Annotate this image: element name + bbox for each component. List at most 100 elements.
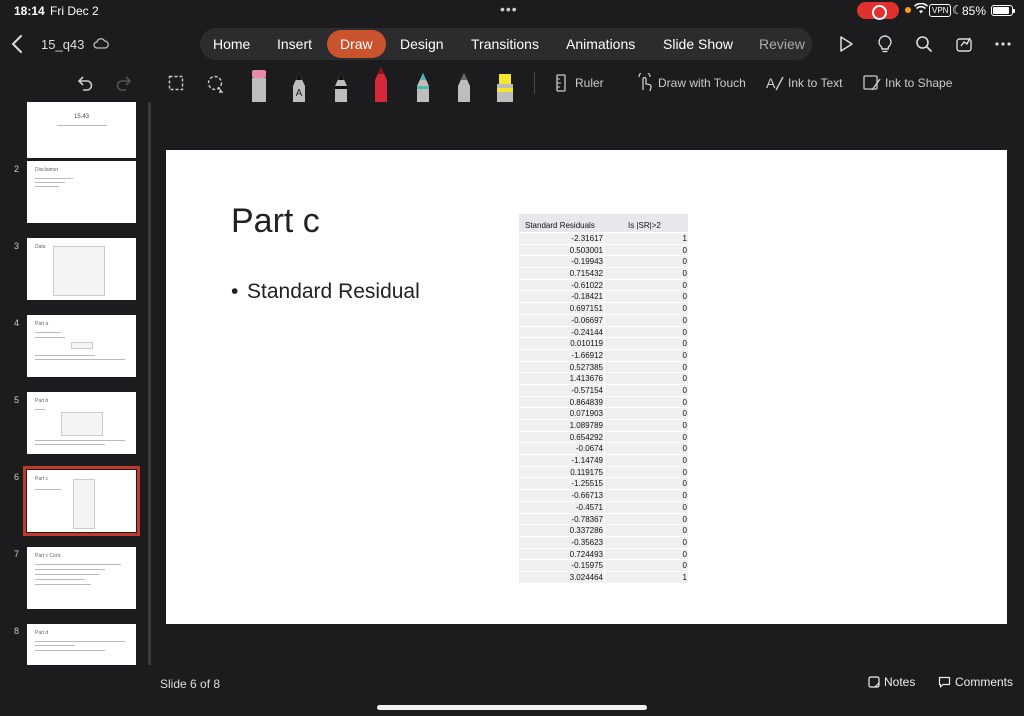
cell-is-outlier: 0 bbox=[682, 444, 687, 454]
column-divider bbox=[604, 466, 605, 478]
slide-thumbnail-2[interactable]: Disclaimer bbox=[27, 161, 136, 223]
column-divider bbox=[604, 338, 605, 349]
tab-home[interactable]: Home bbox=[213, 36, 250, 52]
pen-teal-icon[interactable] bbox=[414, 72, 432, 102]
tab-transitions[interactable]: Transitions bbox=[471, 36, 539, 52]
notes-icon bbox=[868, 676, 880, 688]
slide-thumbnail-1[interactable]: 15.43 bbox=[27, 102, 136, 158]
cell-standard-residual: -0.78367 bbox=[571, 514, 603, 524]
ink-to-shape-button[interactable]: Ink to Shape bbox=[885, 76, 952, 90]
cell-is-outlier: 0 bbox=[682, 269, 687, 279]
tab-draw[interactable]: Draw bbox=[327, 30, 386, 58]
lasso-select-icon[interactable] bbox=[206, 74, 226, 94]
status-time: 18:14 bbox=[14, 4, 45, 18]
vpn-badge: VPN bbox=[929, 4, 952, 17]
table-row: -1.14749 0 bbox=[519, 454, 688, 466]
column-divider bbox=[604, 361, 605, 373]
table-row: -0.66713 0 bbox=[519, 489, 688, 501]
tab-review[interactable]: Review bbox=[759, 36, 805, 52]
eraser-tool-icon[interactable] bbox=[249, 68, 269, 102]
cell-standard-residual: -0.4571 bbox=[575, 502, 603, 512]
play-icon[interactable] bbox=[836, 34, 856, 54]
draw-with-touch-button[interactable]: Draw with Touch bbox=[658, 76, 746, 90]
screen-recording-icon[interactable] bbox=[857, 2, 899, 20]
slide-thumbnail-4[interactable]: Part a bbox=[27, 315, 136, 377]
table-row: -1.66912 0 bbox=[519, 348, 688, 361]
pen-black-icon[interactable] bbox=[332, 72, 350, 102]
ruler-icon[interactable] bbox=[555, 74, 567, 92]
slide-title[interactable]: Part c bbox=[231, 202, 320, 241]
comments-label: Comments bbox=[955, 675, 1014, 689]
pen-red-icon[interactable] bbox=[372, 66, 390, 102]
status-date: Fri Dec 2 bbox=[50, 4, 99, 18]
slide-thumbnail-5[interactable]: Part b bbox=[27, 392, 136, 454]
slide-bullet[interactable]: • Standard Residual bbox=[231, 280, 420, 304]
cell-is-outlier: 0 bbox=[682, 350, 687, 360]
cell-standard-residual: -1.66912 bbox=[571, 350, 603, 360]
share-icon[interactable] bbox=[954, 34, 974, 54]
slide-thumbnail-6[interactable]: Part c bbox=[23, 466, 140, 536]
slide-number: 5 bbox=[14, 395, 20, 405]
table-row: 1.089789 0 bbox=[519, 419, 688, 431]
pen-teal-tip bbox=[420, 73, 426, 80]
tab-insert[interactable]: Insert bbox=[277, 36, 312, 52]
ink-to-shape-icon[interactable] bbox=[862, 73, 882, 93]
slide-number: 7 bbox=[14, 549, 20, 559]
select-rectangle-icon[interactable] bbox=[167, 74, 185, 92]
undo-icon[interactable] bbox=[76, 74, 94, 92]
table-row: -0.15975 0 bbox=[519, 559, 688, 571]
notes-button[interactable]: Notes bbox=[868, 675, 915, 689]
highlighter-yellow-icon[interactable] bbox=[494, 72, 516, 102]
column-divider bbox=[604, 291, 605, 303]
cell-standard-residual: -0.15975 bbox=[571, 561, 603, 571]
back-chevron-icon[interactable] bbox=[10, 34, 26, 54]
slide-number: 3 bbox=[14, 241, 20, 251]
table-row: -0.06697 0 bbox=[519, 313, 688, 326]
cell-standard-residual: -0.57154 bbox=[571, 385, 603, 395]
tab-animations[interactable]: Animations bbox=[566, 36, 635, 52]
tab-slide-show[interactable]: Slide Show bbox=[663, 36, 733, 52]
table-header: Standard Residuals Is |SR|>2 bbox=[519, 214, 688, 232]
multitasking-dots-icon[interactable]: ••• bbox=[500, 1, 518, 17]
svg-text:A: A bbox=[766, 75, 776, 91]
comments-button[interactable]: Comments bbox=[938, 675, 1013, 689]
cloud-sync-icon[interactable] bbox=[93, 37, 109, 51]
pen-black-a-icon[interactable]: A bbox=[290, 72, 308, 102]
slide-thumbnail-3[interactable]: Data bbox=[27, 238, 136, 300]
table-row: 0.697151 0 bbox=[519, 302, 688, 314]
residuals-table[interactable]: Standard Residuals Is |SR|>2 -2.31617 1 0.… bbox=[519, 214, 688, 583]
ruler-button[interactable]: Ruler bbox=[575, 76, 604, 90]
ink-to-text-button[interactable]: Ink to Text bbox=[788, 76, 842, 90]
slide-6[interactable]: Part c • Standard Residual Standard Resid… bbox=[166, 150, 1007, 624]
thumbnail-title: Part c bbox=[35, 476, 49, 482]
pencil-gray-icon[interactable] bbox=[455, 72, 473, 102]
ink-to-text-icon[interactable]: A bbox=[765, 73, 785, 93]
cell-is-outlier: 0 bbox=[682, 409, 687, 419]
table-row: -0.24144 0 bbox=[519, 325, 688, 338]
app-window: 18:14 Fri Dec 2 ••• VPN ☾ 85% 15_q43 Hom… bbox=[0, 0, 1024, 716]
cell-is-outlier: 0 bbox=[682, 397, 687, 407]
thumbnail-title: Part b bbox=[35, 398, 49, 404]
cell-is-outlier: 0 bbox=[682, 374, 687, 384]
lightbulb-icon[interactable] bbox=[875, 34, 895, 54]
document-title[interactable]: 15_q43 bbox=[41, 37, 84, 52]
column-divider bbox=[604, 384, 605, 396]
slide-thumbnail-8[interactable]: Part d bbox=[27, 624, 136, 665]
column-divider bbox=[604, 420, 605, 431]
column-divider bbox=[604, 571, 605, 583]
search-icon[interactable] bbox=[914, 34, 934, 54]
tab-design[interactable]: Design bbox=[400, 36, 444, 52]
redo-icon[interactable] bbox=[115, 74, 133, 92]
cell-is-outlier: 0 bbox=[682, 362, 687, 372]
cell-standard-residual: 0.697151 bbox=[569, 304, 603, 314]
cell-is-outlier: 0 bbox=[682, 421, 687, 430]
cell-standard-residual: -0.18421 bbox=[571, 292, 603, 302]
home-indicator[interactable] bbox=[377, 705, 647, 710]
slide-thumbnail-7[interactable]: Part c Cont. bbox=[27, 547, 136, 609]
column-divider bbox=[604, 233, 605, 244]
table-row: 0.071903 0 bbox=[519, 407, 688, 419]
table-row: 0.527385 0 bbox=[519, 360, 688, 373]
slide-thumbnails-panel[interactable]: 15.43 2 Disclaimer 3 Data 4 Part a 5 Par… bbox=[0, 102, 148, 665]
more-options-icon[interactable] bbox=[993, 34, 1013, 54]
draw-with-touch-icon[interactable] bbox=[636, 73, 654, 93]
